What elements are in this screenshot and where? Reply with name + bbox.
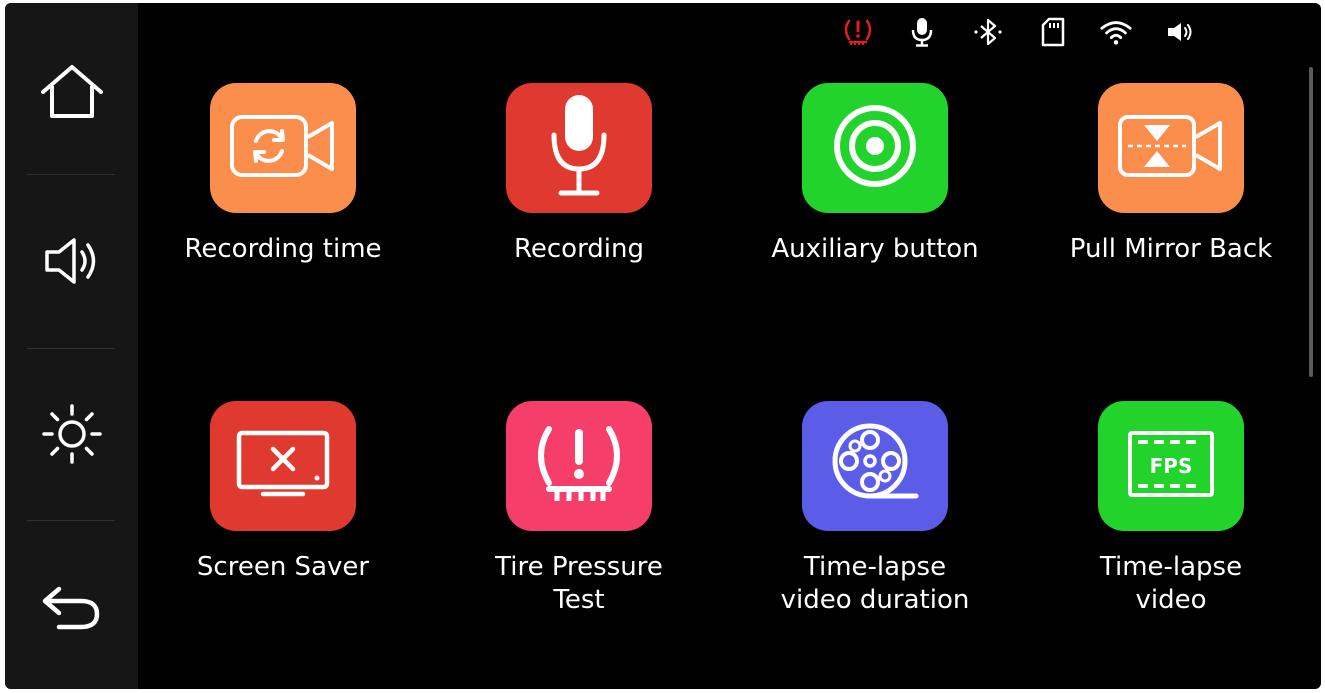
app-icon-tile: [802, 83, 948, 213]
loop-recording-icon: [228, 111, 338, 185]
app-label: Screen Saver: [196, 552, 370, 582]
app-tire-pressure-test[interactable]: Tire Pressure Test: [444, 401, 714, 641]
brightness-button[interactable]: [5, 401, 138, 471]
app-icon-tile: [802, 401, 948, 531]
app-label: Recording time: [184, 234, 382, 264]
film-reel-icon: [830, 419, 920, 513]
home-icon: [39, 62, 105, 124]
bluetooth-icon: [971, 15, 1005, 49]
home-button[interactable]: [5, 58, 138, 128]
mirror-flip-icon: [1116, 111, 1226, 185]
brightness-icon: [37, 402, 107, 470]
app-screen-saver[interactable]: Screen Saver: [148, 401, 418, 641]
sidebar: [5, 3, 138, 689]
app-auxiliary-button[interactable]: Auxiliary button: [740, 83, 1010, 323]
svg-text:FPS: FPS: [1150, 454, 1193, 478]
app-icon-tile: [210, 401, 356, 531]
app-icon-tile: [506, 401, 652, 531]
app-label: Time-lapse video duration: [780, 552, 970, 615]
status-bar: [5, 15, 1321, 49]
app-icon-tile: [1098, 83, 1244, 213]
app-icon-tile: [210, 83, 356, 213]
head-unit-screen: Recording time Recording Auxiliary butto…: [5, 3, 1321, 689]
app-label: Time-lapse video: [1099, 552, 1243, 615]
microphone-icon: [549, 91, 609, 205]
app-recording[interactable]: Recording: [444, 83, 714, 323]
back-button[interactable]: [5, 577, 138, 641]
app-icon-tile: [506, 83, 652, 213]
sidebar-divider: [27, 174, 115, 175]
sidebar-divider: [27, 348, 115, 349]
app-label: Pull Mirror Back: [1069, 234, 1273, 264]
sd-card-icon: [1036, 15, 1070, 49]
app-label: Tire Pressure Test: [495, 552, 663, 615]
app-recording-time[interactable]: Recording time: [148, 83, 418, 323]
app-label: Recording: [513, 234, 645, 264]
sidebar-divider: [27, 520, 115, 521]
app-time-lapse-video[interactable]: FPS Time-lapse video: [1036, 401, 1306, 641]
speaker-icon: [1163, 15, 1197, 49]
volume-button[interactable]: [5, 231, 138, 295]
tire-pressure-alert-icon: [841, 15, 875, 49]
tire-pressure-icon: [531, 419, 627, 513]
microphone-icon: [905, 15, 939, 49]
wifi-icon: [1099, 15, 1133, 49]
target-icon: [830, 101, 920, 195]
back-icon: [39, 581, 105, 637]
scrollbar[interactable]: [1309, 67, 1313, 377]
app-pull-mirror-back[interactable]: Pull Mirror Back: [1036, 83, 1306, 323]
screen-off-icon: [235, 429, 331, 503]
fps-icon: FPS: [1126, 429, 1216, 503]
app-label: Auxiliary button: [771, 234, 979, 264]
app-icon-tile: FPS: [1098, 401, 1244, 531]
app-time-lapse-video-duration[interactable]: Time-lapse video duration: [740, 401, 1010, 641]
volume-icon: [42, 235, 102, 291]
